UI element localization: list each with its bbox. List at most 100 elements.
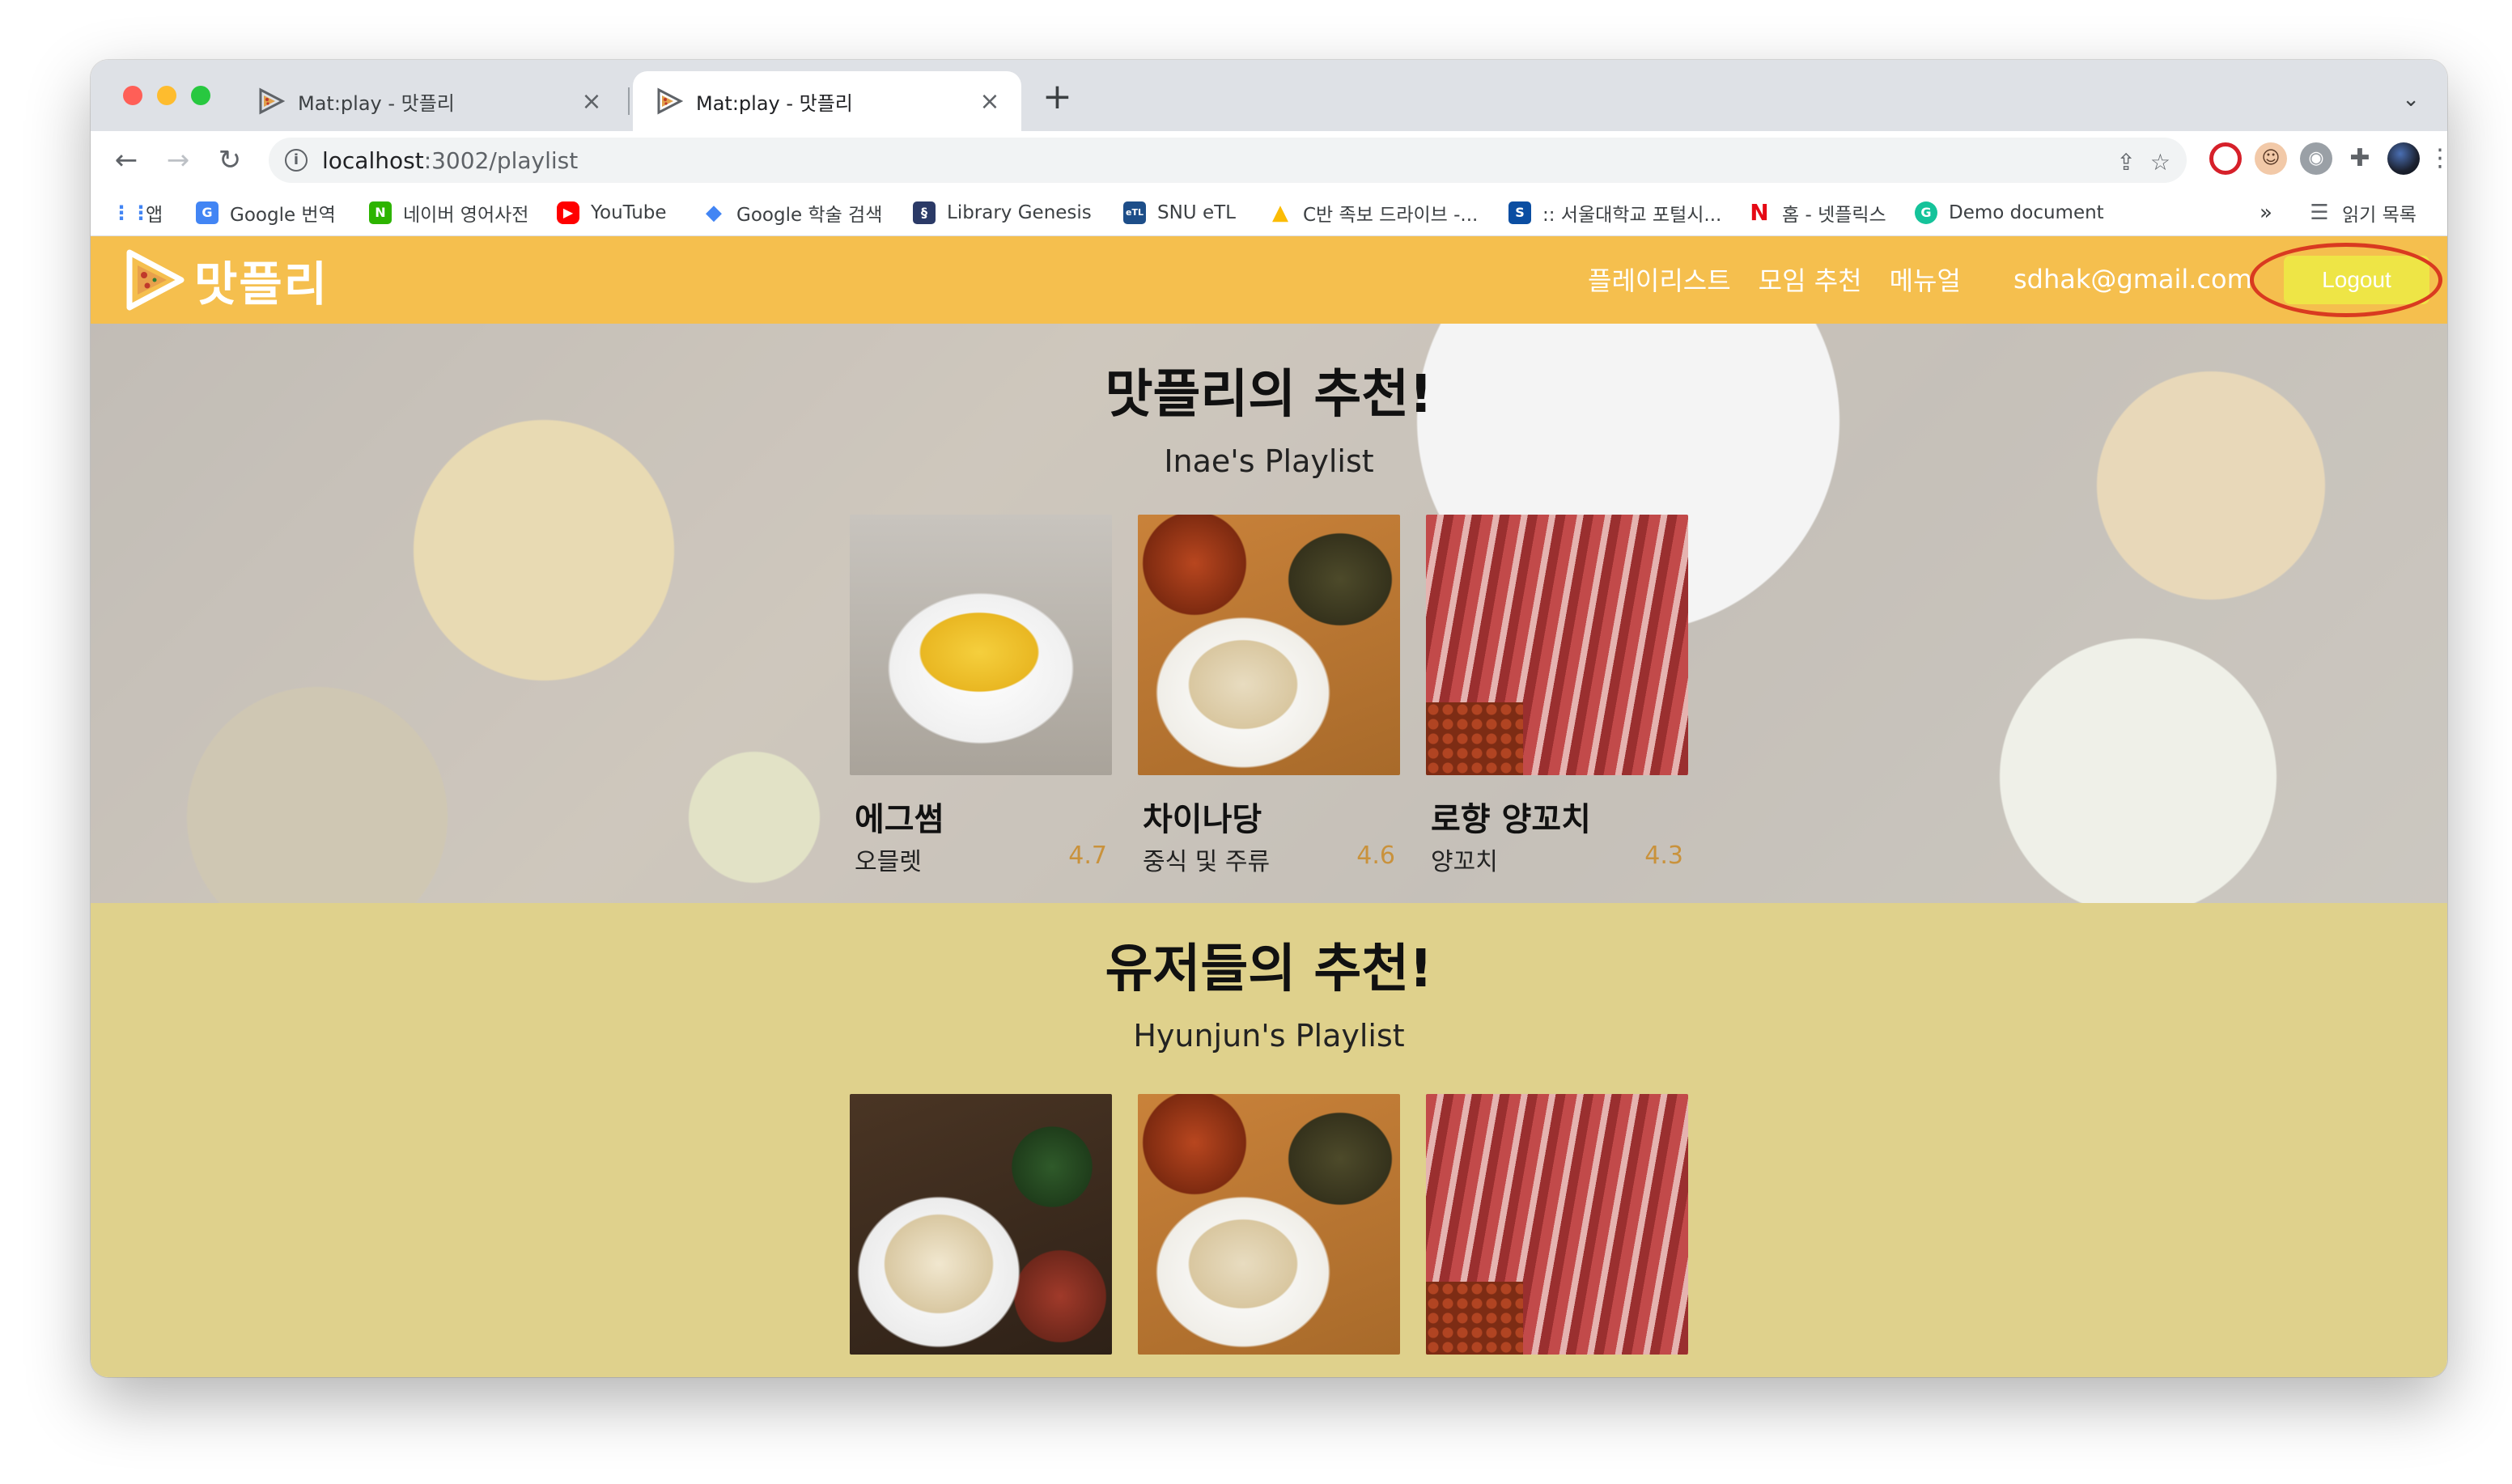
tab-strip: Mat:play - 맛플리 × Mat:play - 맛플리 × + ⌄ — [91, 60, 2447, 131]
close-window-button[interactable] — [123, 86, 142, 105]
bookmark-google-translate[interactable]: G Google 번역 — [196, 199, 336, 227]
bookmark-label: 홈 - 넷플릭스 — [1782, 205, 1886, 226]
play-pizza-logo-icon — [126, 249, 185, 311]
library-genesis-icon: § — [913, 201, 936, 224]
browser-toolbar: ← → ↻ i localhost:3002/playlist ⇪ ☆ ☺ ◉ … — [91, 131, 2447, 189]
bookmark-label: SNU eTL — [1157, 202, 1236, 223]
restaurant-card[interactable]: 차이나당 중식 및 주류 4.6 — [1138, 515, 1400, 876]
bookmark-netflix[interactable]: N 홈 - 넷플릭스 — [1748, 199, 1886, 227]
restaurant-rating: 4.6 — [1356, 842, 1395, 870]
bookmark-label: YouTube — [591, 202, 667, 223]
browser-tab-2[interactable]: Mat:play - 맛플리 × — [633, 71, 1021, 131]
maximize-window-button[interactable] — [191, 86, 210, 105]
forward-arrow-icon[interactable]: → — [160, 142, 196, 178]
restaurant-photo — [1426, 1094, 1688, 1355]
bookmark-demo-document[interactable]: G Demo document — [1915, 199, 2104, 227]
user-recommend-section: 유저들의 추천! Hyunjun's Playlist — [91, 903, 2447, 1377]
restaurant-category: 중식 및 주류 — [1143, 848, 1271, 876]
bookmark-label: Demo document — [1949, 202, 2104, 223]
grammarly-icon: G — [1915, 201, 1937, 224]
netflix-icon: N — [1750, 199, 1769, 226]
nav-link-manual[interactable]: 메뉴얼 — [1890, 261, 1961, 298]
extensions-puzzle-icon[interactable]: ✚ — [2344, 142, 2376, 175]
tab-divider — [628, 87, 630, 115]
bookmark-apps[interactable]: ⋮⋮ 앱 — [112, 199, 163, 227]
restaurant-photo — [850, 515, 1112, 775]
nav-link-playlist[interactable]: 플레이리스트 — [1588, 261, 1731, 298]
bookmark-label: Google 번역 — [230, 205, 336, 226]
url-host: localhost — [322, 146, 424, 174]
playlist-name[interactable]: Hyunjun's Playlist — [91, 1018, 2447, 1054]
bookmark-star-icon[interactable]: ☆ — [2150, 149, 2170, 176]
bookmark-snu-etl[interactable]: eTL SNU eTL — [1123, 199, 1236, 227]
avatar-extension-icon[interactable]: ☺ — [2255, 142, 2287, 175]
reading-list-icon: ☰ — [2310, 201, 2329, 225]
snu-etl-icon: eTL — [1123, 201, 1146, 224]
browser-tab-1[interactable]: Mat:play - 맛플리 × — [235, 71, 623, 131]
bookmark-snu-portal[interactable]: S :: 서울대학교 포털시... — [1508, 199, 1721, 227]
restaurant-card[interactable]: 에그썸 오믈렛 4.7 — [850, 515, 1112, 876]
restaurant-rating: 4.7 — [1068, 842, 1107, 870]
bookmark-library-genesis[interactable]: § Library Genesis — [913, 199, 1092, 227]
restaurant-category: 양꼬치 — [1431, 848, 1498, 876]
tab-close-icon[interactable]: × — [978, 87, 1002, 116]
tab-search-chevron-icon[interactable]: ⌄ — [2402, 87, 2420, 112]
matplay-favicon-icon — [657, 87, 683, 115]
matplay-favicon-icon — [259, 87, 285, 115]
url-path: :3002/playlist — [423, 146, 579, 174]
back-arrow-icon[interactable]: ← — [108, 142, 144, 178]
bookmark-google-drive[interactable]: ▲ C반 족보 드라이브 -... — [1269, 199, 1478, 227]
restaurant-name: 로향 양꼬치 — [1431, 801, 1591, 838]
bookmark-label: Library Genesis — [947, 202, 1092, 223]
bookmark-label: Google 학술 검색 — [736, 205, 883, 226]
more-menu-icon[interactable]: ⋮ — [2428, 142, 2447, 175]
restaurant-category: 오믈렛 — [855, 848, 922, 876]
tab-title: Mat:play - 맛플리 — [298, 91, 455, 115]
reading-list-button[interactable]: ☰ 읽기 목록 — [2308, 199, 2417, 227]
restaurant-card[interactable] — [850, 1094, 1112, 1355]
opera-extension-icon[interactable] — [2209, 142, 2242, 175]
tab-title: Mat:play - 맛플리 — [696, 91, 853, 115]
google-translate-icon: G — [196, 201, 219, 224]
profile-avatar[interactable] — [2387, 142, 2420, 175]
bookmark-label: 네이버 영어사전 — [403, 205, 529, 226]
reading-list-label: 읽기 목록 — [2342, 205, 2417, 226]
nav-link-group-recommend[interactable]: 모임 추천 — [1759, 261, 1862, 298]
bookmark-label: :: 서울대학교 포털시... — [1542, 205, 1722, 226]
section-title: 유저들의 추천! — [1105, 939, 1433, 999]
bookmark-naver-dictionary[interactable]: N 네이버 영어사전 — [369, 199, 528, 227]
minimize-window-button[interactable] — [157, 86, 176, 105]
restaurant-photo — [850, 1094, 1112, 1355]
bookmark-label: C반 족보 드라이브 -... — [1303, 205, 1479, 226]
tab-close-icon[interactable]: × — [579, 87, 604, 116]
site-logo[interactable]: 맛플리 — [121, 246, 329, 314]
apps-grid-icon: ⋮⋮ — [112, 201, 151, 224]
gray-extension-icon[interactable]: ◉ — [2300, 142, 2332, 175]
bookmark-label: 앱 — [146, 205, 163, 226]
naver-dictionary-icon: N — [369, 201, 392, 224]
page-content: 맛플리 플레이리스트 모임 추천 메뉴얼 sdhak@gmail.com Log… — [91, 236, 2447, 1377]
restaurant-card[interactable]: 로향 양꼬치 양꼬치 4.3 — [1426, 515, 1688, 876]
restaurant-photo — [1138, 1094, 1400, 1355]
bookmark-google-scholar[interactable]: ◆ Google 학술 검색 — [702, 199, 882, 227]
annotation-circle — [2250, 243, 2442, 317]
restaurant-name: 에그썸 — [855, 801, 944, 838]
reload-icon[interactable]: ↻ — [212, 142, 248, 178]
youtube-icon: ▶ — [557, 201, 579, 224]
share-icon[interactable]: ⇪ — [2116, 149, 2135, 176]
new-tab-icon[interactable]: + — [1042, 79, 1072, 115]
playlist-name[interactable]: Inae's Playlist — [91, 443, 2447, 479]
google-scholar-icon: ◆ — [706, 201, 722, 225]
restaurant-card[interactable] — [1138, 1094, 1400, 1355]
snu-portal-icon: S — [1508, 201, 1531, 224]
restaurant-rating: 4.3 — [1644, 842, 1683, 870]
restaurant-photo — [1138, 515, 1400, 775]
restaurant-card[interactable] — [1426, 1094, 1688, 1355]
bookmark-youtube[interactable]: ▶ YouTube — [557, 199, 667, 227]
bookmarks-overflow-icon[interactable]: » — [2260, 199, 2272, 227]
bookmarks-bar: ⋮⋮ 앱 G Google 번역 N 네이버 영어사전 ▶ YouTube ◆ … — [91, 189, 2447, 236]
google-drive-icon: ▲ — [1272, 201, 1288, 225]
address-bar[interactable]: i localhost:3002/playlist ⇪ ☆ — [269, 138, 2187, 183]
logo-text: 맛플리 — [194, 257, 329, 312]
site-info-icon[interactable]: i — [285, 149, 308, 172]
